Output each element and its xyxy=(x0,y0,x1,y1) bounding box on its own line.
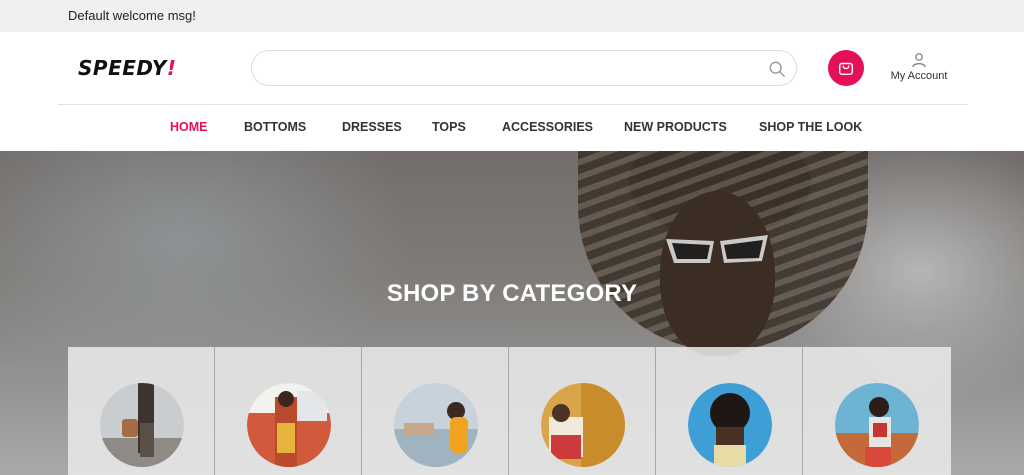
category-strip xyxy=(68,347,956,475)
logo-text: SPEEDY xyxy=(78,56,167,80)
search-input[interactable] xyxy=(268,59,752,79)
nav-item-dresses[interactable]: DRESSES xyxy=(342,120,402,134)
category-tile[interactable] xyxy=(215,347,362,475)
category-tile[interactable] xyxy=(803,347,951,475)
nav-item-bottoms[interactable]: BOTTOMS xyxy=(244,120,306,134)
category-photo-3[interactable] xyxy=(394,383,478,467)
nav-item-accessories[interactable]: ACCESSORIES xyxy=(502,120,593,134)
main-nav: HOME BOTTOMS DRESSES TOPS ACCESSORIES NE… xyxy=(0,105,1024,151)
category-tile[interactable] xyxy=(68,347,215,475)
welcome-message: Default welcome msg! xyxy=(68,8,196,23)
nav-item-home[interactable]: HOME xyxy=(170,120,208,134)
category-tile[interactable] xyxy=(362,347,509,475)
category-photo-2[interactable] xyxy=(247,383,331,467)
hero-title: SHOP BY CATEGORY xyxy=(386,280,638,307)
my-account-label: My Account xyxy=(890,70,948,82)
category-photo-4[interactable] xyxy=(541,383,625,467)
user-icon xyxy=(912,53,926,68)
hero-banner: SHOP BY CATEGORY xyxy=(0,151,1024,475)
search-icon[interactable] xyxy=(768,60,786,78)
category-tile[interactable] xyxy=(656,347,803,475)
category-tile[interactable] xyxy=(509,347,656,475)
category-photo-1[interactable] xyxy=(100,383,184,467)
shopping-bag-icon xyxy=(838,62,854,76)
top-bar: Default welcome msg! xyxy=(0,0,1024,32)
search-bar xyxy=(251,50,797,86)
category-photo-6[interactable] xyxy=(835,383,919,467)
nav-item-tops[interactable]: TOPS xyxy=(432,120,466,134)
site-header: SPEEDY! My Account xyxy=(0,32,1024,104)
site-logo[interactable]: SPEEDY! xyxy=(78,56,177,80)
category-photo-5[interactable] xyxy=(688,383,772,467)
my-account-link[interactable]: My Account xyxy=(885,52,953,86)
cart-button[interactable] xyxy=(828,50,864,86)
logo-accent: ! xyxy=(166,56,177,80)
nav-item-shop-the-look[interactable]: SHOP THE LOOK xyxy=(759,120,862,134)
nav-item-new-products[interactable]: NEW PRODUCTS xyxy=(624,120,727,134)
